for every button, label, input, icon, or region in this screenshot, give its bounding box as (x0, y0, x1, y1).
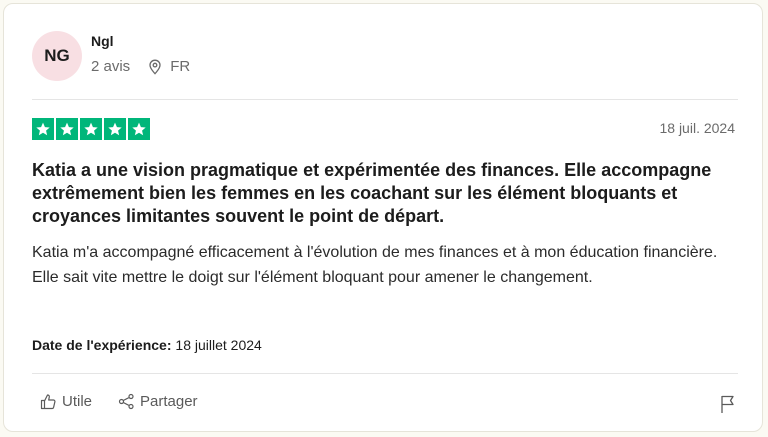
star-icon (56, 118, 78, 140)
avatar[interactable]: NG (32, 31, 82, 81)
useful-button[interactable]: Utile (40, 393, 92, 410)
experience-date-label: Date de l'expérience: (32, 337, 172, 353)
review-card: NG Ngl 2 avis FR 18 juil. 2024 Katia a u… (3, 3, 763, 432)
reviewer-name[interactable]: Ngl (91, 33, 190, 49)
star-rating (32, 118, 150, 140)
review-actions: Utile Partager (40, 393, 198, 410)
star-icon (128, 118, 150, 140)
share-button[interactable]: Partager (118, 393, 198, 410)
share-icon (118, 393, 134, 410)
review-date: 18 juil. 2024 (659, 120, 735, 136)
experience-date-value: 18 juillet 2024 (175, 337, 262, 353)
reviewer-meta: 2 avis FR (91, 58, 190, 75)
header-divider (32, 99, 738, 100)
reviews-count: 2 avis (91, 58, 131, 75)
reviewer-header: NG Ngl 2 avis FR (32, 31, 190, 81)
reviewer-country: FR (170, 58, 191, 75)
star-icon (80, 118, 102, 140)
star-icon (32, 118, 54, 140)
star-icon (104, 118, 126, 140)
location-pin-icon (149, 59, 161, 75)
share-label: Partager (140, 393, 198, 410)
review-body: Katia m'a accompagné efficacement à l'év… (32, 244, 718, 286)
footer-divider (32, 373, 738, 374)
experience-date-row: Date de l'expérience: 18 juillet 2024 (32, 337, 262, 353)
thumbs-up-icon (40, 394, 56, 410)
review-title[interactable]: Katia a une vision pragmatique et expéri… (32, 159, 712, 228)
reviewer-info: Ngl 2 avis FR (91, 33, 190, 75)
useful-label: Utile (62, 393, 93, 410)
flag-icon[interactable] (720, 394, 738, 414)
